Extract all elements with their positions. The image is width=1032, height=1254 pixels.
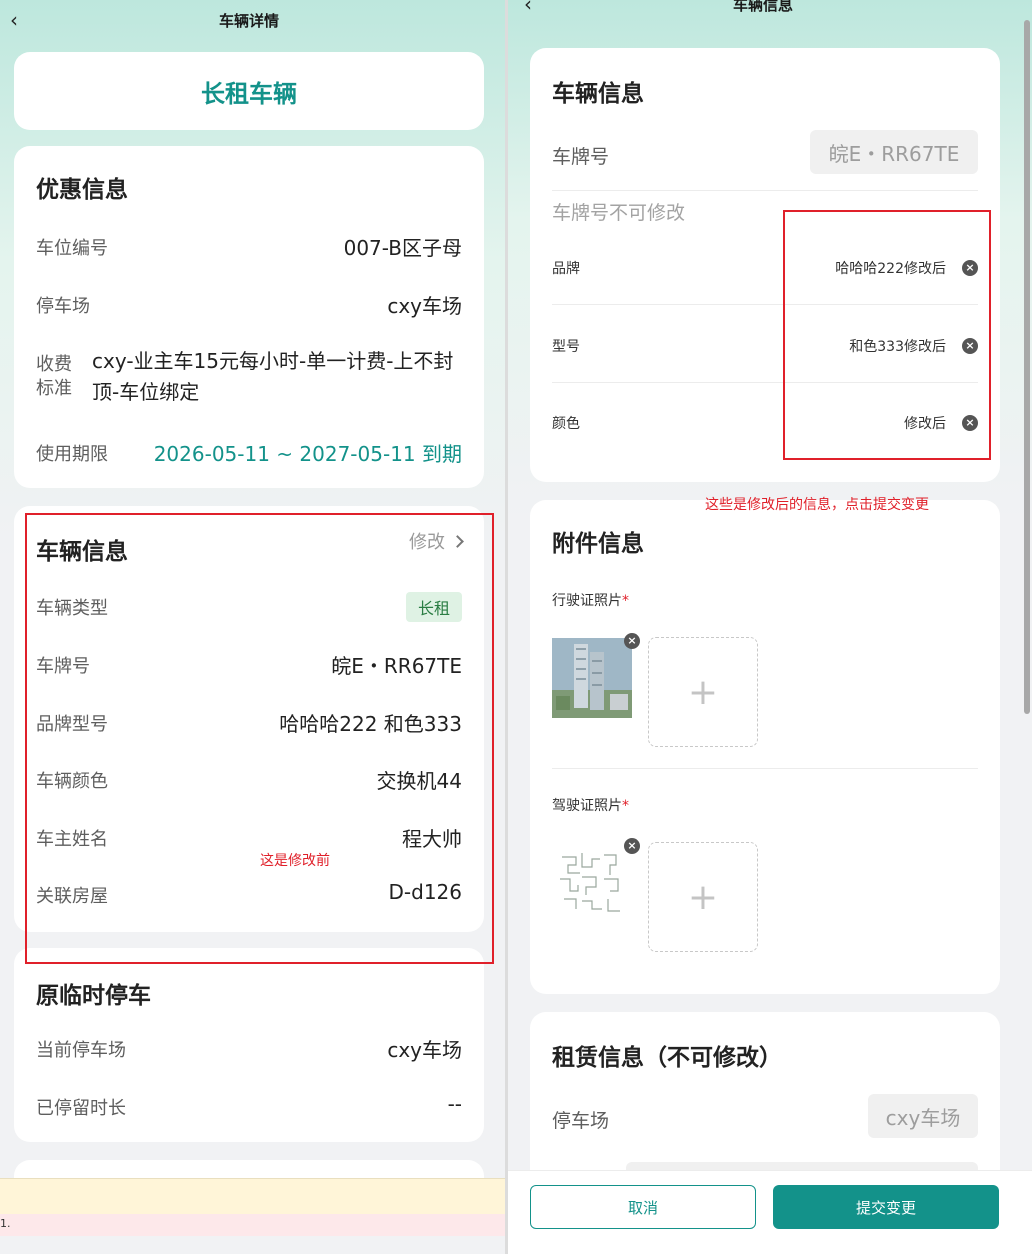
- lease-lot-readonly-field: cxy车场: [868, 1094, 978, 1138]
- attachments-title: 附件信息: [552, 531, 644, 557]
- vehicle-type-tag: 长租: [405, 592, 462, 622]
- space-number-value: 007-B区子母: [343, 236, 462, 260]
- brand-input[interactable]: 哈哈哈222修改后: [835, 258, 946, 278]
- required-mark: *: [622, 798, 629, 814]
- plate-label: 车牌号: [552, 146, 610, 168]
- vehicle-edit-card: 车辆信息 车牌号 皖E・RR67TE 车牌号不可修改 品牌 哈哈哈222修改后 …: [530, 48, 1000, 482]
- pink-notice-bar: [0, 1214, 505, 1236]
- separator: [552, 382, 978, 383]
- vehicle-edit-screen: ‹ 车辆信息 车辆信息 车牌号 皖E・RR67TE 车牌号不可修改 品牌 哈哈哈…: [508, 0, 1032, 1254]
- clear-icon[interactable]: ×: [962, 338, 978, 354]
- owner-name-label: 车主姓名: [36, 829, 108, 850]
- license-upload-button[interactable]: +: [648, 637, 758, 747]
- remove-photo-icon[interactable]: ×: [624, 838, 640, 854]
- plate-label: 车牌号: [36, 656, 90, 677]
- model-label: 型号: [552, 339, 580, 355]
- chevron-right-icon: [451, 534, 464, 548]
- brand-label: 品牌: [552, 261, 580, 277]
- color-label: 颜色: [552, 416, 580, 432]
- yellow-notice-bar: [0, 1178, 505, 1214]
- page-title: 车辆详情: [218, 12, 279, 30]
- parking-lot-label: 停车场: [36, 296, 90, 317]
- color-label: 车辆颜色: [36, 771, 108, 792]
- period-value: 2026-05-11 ~ 2027-05-11 到期: [153, 442, 462, 466]
- bottom-action-bar: 取消 提交变更: [508, 1170, 1032, 1254]
- owner-name-value: 程大帅: [402, 827, 462, 851]
- lease-section-title: 租赁信息（不可修改）: [552, 1045, 782, 1071]
- space-number-label: 车位编号: [36, 238, 108, 259]
- current-lot-label: 当前停车场: [36, 1040, 126, 1061]
- period-label: 使用期限: [36, 444, 108, 465]
- driver-photo-label-text: 驾驶证照片: [552, 798, 622, 814]
- after-note: 这些是修改后的信息，点击提交变更: [705, 497, 929, 513]
- remove-photo-icon[interactable]: ×: [624, 633, 640, 649]
- hero-title: 长租车辆: [201, 79, 297, 108]
- separator: [552, 768, 978, 769]
- color-input[interactable]: 修改后: [904, 413, 946, 433]
- temp-parking-card: 原临时停车 当前停车场 cxy车场 已停留时长 --: [14, 948, 484, 1142]
- building-photo-image: [552, 638, 632, 718]
- vehicle-info-card: 车辆信息 修改 车辆类型 长租 车牌号 皖E・RR67TE 品牌型号 哈哈哈22…: [14, 506, 484, 932]
- submit-change-button[interactable]: 提交变更: [773, 1185, 999, 1229]
- vehicle-type-label: 车辆类型: [36, 598, 108, 619]
- parking-lot-value: cxy车场: [387, 294, 462, 318]
- scrollbar[interactable]: [1022, 0, 1032, 1170]
- stay-duration-label: 已停留时长: [36, 1098, 126, 1119]
- vehicle-section-title: 车辆信息: [36, 539, 128, 565]
- separator: [552, 190, 978, 191]
- discount-info-card: 优惠信息 车位编号 007-B区子母 停车场 cxy车场 收费标准 cxy-业主…: [14, 146, 484, 488]
- discount-section-title: 优惠信息: [36, 177, 128, 203]
- temp-parking-title: 原临时停车: [36, 983, 151, 1009]
- model-input[interactable]: 和色333修改后: [849, 336, 946, 356]
- plus-icon: +: [687, 876, 719, 918]
- edit-vehicle-link[interactable]: 修改: [409, 528, 464, 554]
- fee-standard-label: 收费标准: [36, 354, 72, 399]
- linked-house-value: D-d126: [388, 880, 463, 904]
- driver-upload-button[interactable]: +: [648, 842, 758, 952]
- required-mark: *: [622, 593, 629, 609]
- linked-house-label: 关联房屋: [36, 886, 108, 907]
- plate-readonly-field: 皖E・RR67TE: [810, 130, 978, 174]
- pink-bar-text: 1.: [0, 1217, 11, 1230]
- scrollbar-thumb[interactable]: [1024, 20, 1030, 714]
- vehicle-detail-screen: ‹ 车辆详情 长租车辆 优惠信息 车位编号 007-B区子母 停车场 cxy车场…: [0, 0, 505, 1254]
- driver-photo-thumbnail[interactable]: [552, 843, 632, 923]
- license-photo-label: 行驶证照片*: [552, 590, 629, 610]
- separator: [552, 304, 978, 305]
- license-photo-thumbnail[interactable]: [552, 638, 632, 718]
- fee-standard-value: cxy-业主车15元每小时-单一计费-上不封顶-车位绑定: [92, 349, 454, 404]
- brand-model-value: 哈哈哈222 和色333: [279, 712, 462, 736]
- page-title: 车辆信息: [732, 0, 793, 14]
- stay-duration-value: --: [447, 1092, 462, 1116]
- edit-label: 修改: [409, 532, 445, 553]
- cancel-button[interactable]: 取消: [530, 1185, 756, 1229]
- color-value: 交换机44: [376, 769, 462, 793]
- attachments-card: 附件信息 行驶证照片* × + 驾驶证照片* × +: [530, 500, 1000, 994]
- plus-icon: +: [687, 671, 719, 713]
- before-note: 这是修改前: [260, 853, 330, 869]
- plate-hint: 车牌号不可修改: [552, 202, 686, 224]
- vehicle-edit-title: 车辆信息: [552, 81, 644, 107]
- driver-photo-label: 驾驶证照片*: [552, 795, 629, 815]
- maze-photo-image: [552, 843, 632, 923]
- current-lot-value: cxy车场: [387, 1038, 462, 1062]
- hero-card: 长租车辆: [14, 52, 484, 130]
- license-photo-label-text: 行驶证照片: [552, 593, 622, 609]
- brand-model-label: 品牌型号: [36, 714, 108, 735]
- clear-icon[interactable]: ×: [962, 260, 978, 276]
- clear-icon[interactable]: ×: [962, 415, 978, 431]
- lease-lot-label: 停车场: [552, 1110, 610, 1132]
- plate-value: 皖E・RR67TE: [331, 654, 462, 678]
